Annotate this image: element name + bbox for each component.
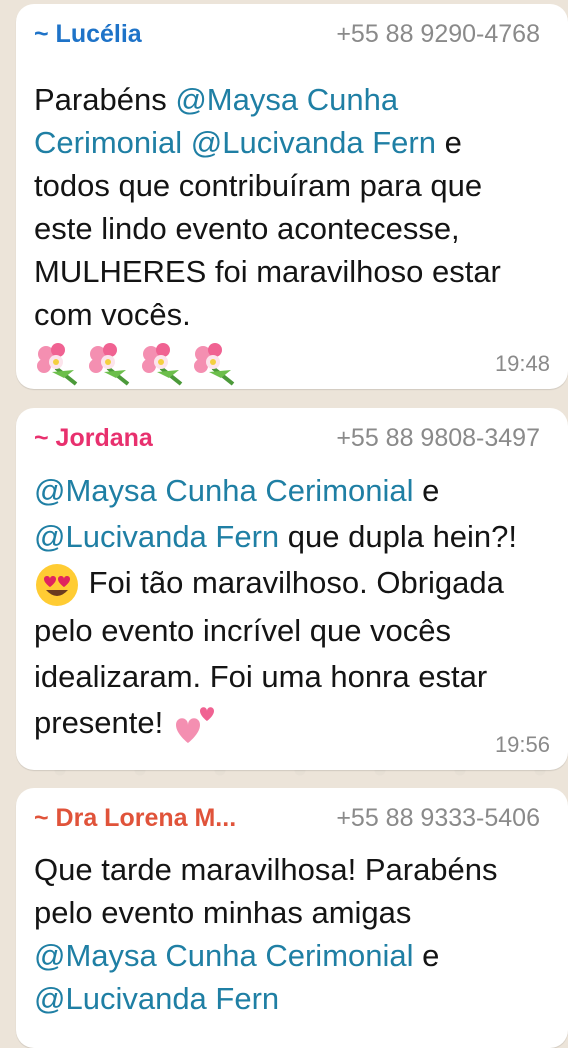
message-header: ~ Dra Lorena M... +55 88 9333-5406 (34, 802, 550, 836)
bouquet-icon (141, 343, 183, 386)
message-time: 19:56 (494, 732, 550, 757)
message-text: Que tarde maravilhosa! Parabéns pelo eve… (34, 848, 550, 1020)
two-hearts-icon (175, 706, 214, 743)
heart-eyes-icon (36, 563, 78, 606)
text-part (182, 125, 191, 160)
message-header: ~ Lucélia +55 88 9290-4768 (34, 18, 550, 52)
bouquet-icon (194, 343, 235, 386)
sender-phone[interactable]: +55 88 9333-5406 (336, 804, 540, 833)
message-text: Parabéns @Maysa Cunha Cerimonial @Luciva… (34, 78, 550, 336)
text-part: e (413, 473, 440, 508)
sender-name[interactable]: ~ Dra Lorena M... (34, 804, 236, 833)
emoji-row (34, 342, 550, 392)
text-part: e (413, 938, 440, 973)
bouquet-icon (37, 343, 78, 386)
sender-name[interactable]: ~ Lucélia (34, 20, 142, 49)
mention-link[interactable]: @Lucivanda Fern (34, 981, 279, 1016)
bouquet-icon (89, 343, 130, 386)
text-part: que dupla hein?! (279, 519, 518, 554)
text-part: Que tarde maravilhosa! Parabéns pelo eve… (34, 852, 498, 930)
message-text: @Maysa Cunha Cerimonial e @Lucivanda Fer… (34, 468, 550, 747)
message-bubble[interactable]: ~ Lucélia +55 88 9290-4768 Parabéns @May… (16, 4, 568, 389)
message-header: ~ Jordana +55 88 9808-3497 (34, 422, 550, 456)
message-bubble[interactable]: ~ Dra Lorena M... +55 88 9333-5406 Que t… (16, 788, 568, 1048)
mention-link[interactable]: @Lucivanda Fern (34, 519, 279, 554)
text-part: Parabéns (34, 82, 176, 117)
mention-link[interactable]: @Maysa Cunha Cerimonial (34, 473, 414, 508)
mention-link[interactable]: @Maysa Cunha Cerimonial (34, 938, 414, 973)
mention-link[interactable]: @Lucivanda Fern (191, 125, 436, 160)
sender-name[interactable]: ~ Jordana (34, 424, 153, 453)
sender-phone[interactable]: +55 88 9808-3497 (336, 424, 540, 453)
text-part: Foi tão maravilhoso. Obrigada pelo event… (34, 565, 504, 740)
message-time: 19:48 (494, 351, 550, 376)
sender-phone[interactable]: +55 88 9290-4768 (336, 20, 540, 49)
message-bubble[interactable]: ~ Jordana +55 88 9808-3497 @Maysa Cunha … (16, 408, 568, 770)
